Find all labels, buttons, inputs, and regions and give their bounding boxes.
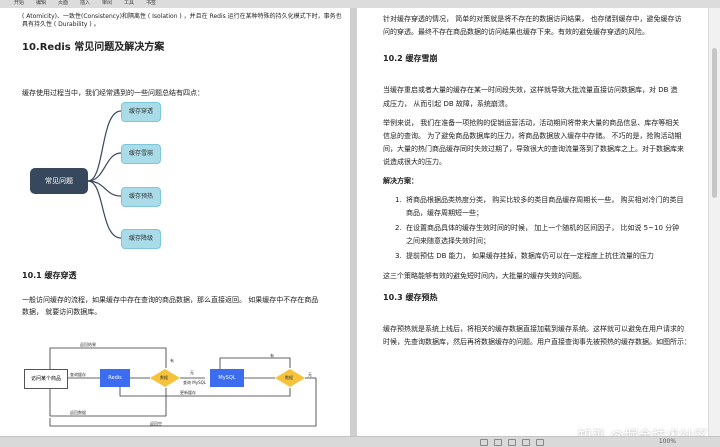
paragraph-line: 间，大量的热门商品缓存同时失效过期了，导致很大的查询流量落到了数据库之上。对于数…: [383, 145, 684, 153]
focus-mode-icon[interactable]: [536, 439, 544, 446]
sub-heading-avalanche: 10.2 缓存雪崩: [383, 54, 438, 63]
sub-heading-penetration: 10.1 缓存穿透: [22, 271, 77, 280]
flow-label-no2: 无: [308, 372, 312, 377]
solution-label: 解决方案：: [383, 177, 418, 185]
mind-map-root: 常见问题: [30, 168, 88, 194]
mind-map-lines: [87, 110, 122, 239]
flow-label-return-data: 返回数据: [70, 410, 86, 415]
left-page: ( Atomicity)、一致性(Consistency)和隔离性 ( Isol…: [0, 8, 350, 437]
outline-view-icon[interactable]: [522, 439, 530, 446]
flow-label-have: 有: [170, 358, 174, 363]
flow-label-none: 无: [190, 370, 194, 375]
list-number: 3.: [395, 252, 402, 260]
vertical-scrollbar[interactable]: [708, 8, 720, 437]
status-bar: 100%: [0, 436, 720, 447]
paragraph-line: 成压力， 从而引起 DB 故障，系统崩溃。: [383, 100, 512, 108]
list-item-line: 在设置商品具体的缓存生效时间的时候， 加上一个随机的区间因子， 比如说 5~10…: [406, 224, 680, 232]
flow-label-update-cache: 更新缓存: [180, 390, 196, 395]
toolbar-item-start[interactable]: 开始: [14, 0, 24, 7]
web-layout-icon[interactable]: [508, 439, 516, 446]
toolbar-item-insert[interactable]: 插入: [80, 0, 90, 7]
paragraph-line: 时候，先查询数据库，然后再将数据缓存的问题。用户直接查询事先被预热的缓存数据。如…: [383, 338, 691, 346]
page-gap: [350, 8, 357, 437]
scrollbar-thumb[interactable]: [712, 48, 717, 198]
paragraph-line: 举例来说， 我们在准备一项抢购的促销运营活动，活动期间将带来大量的商品信息、库存…: [383, 119, 680, 127]
flow-label-query-cache: 查询缓存: [70, 372, 86, 377]
paragraph-line: 数据， 就要访问数据库。: [22, 308, 102, 316]
zoom-level[interactable]: 100%: [659, 438, 676, 445]
paragraph-line: 针对缓存穿透的情况， 简单的对策就是将不存在的数据访问结果， 也存储到缓存中，避…: [383, 15, 682, 23]
flow-label-return-result: 返回结果: [80, 342, 96, 347]
toolbar-item-bookmark[interactable]: 书签: [146, 0, 156, 7]
mind-node-degrade: 缓存降级: [121, 229, 161, 249]
paragraph-line: 信息的查询。 为了避免商品数据库的压力，将商品数据放入缓存中存储。 不巧的是，抢…: [383, 132, 682, 140]
list-item-line: 之间来随意选择失效时间；: [406, 237, 490, 245]
list-item-line: 提前预估 DB 能力， 如果缓存挂掉，数据库仍可以在一定程度上抗住流量的压力: [406, 252, 654, 260]
flow-label-query-mysql: 查询 MySQL: [183, 380, 207, 385]
flow-label-have2: 有: [270, 353, 274, 358]
right-page: 针对缓存穿透的情况， 简单的对策就是将不存在的数据访问结果， 也存储到缓存中，避…: [357, 8, 708, 437]
flow-mysql: MySQL: [210, 369, 244, 387]
toolbar-item-edit[interactable]: 编辑: [36, 0, 46, 7]
mind-node-avalanche: 缓存雪崩: [121, 144, 161, 164]
list-item-line: 商品，缓存周期短一些；: [406, 209, 483, 217]
flow-judge-label: 数据: [160, 375, 168, 380]
paragraph-line: 一般访问缓存的流程，如果缓存中存在查询的商品数据，那么直接返回。 如果缓存中不存…: [22, 296, 319, 304]
flow-user: 访问某个商品: [24, 369, 68, 389]
flow-redis: Redis: [100, 369, 130, 387]
mind-node-warmup: 缓存预热: [121, 187, 161, 207]
paragraph-line: 缓存预热就是系统上线后，将相关的缓存数据直接加载到缓存系统。这样就可以避免在用户…: [383, 325, 684, 333]
paragraph-line: 说造成很大的压力。: [383, 158, 446, 166]
list-number: 2.: [395, 224, 402, 232]
toolbar-item-page[interactable]: 页面: [58, 0, 68, 7]
toolbar-item-tools[interactable]: 工具: [124, 0, 134, 7]
sub-heading-warmup: 10.3 缓存预热: [383, 293, 438, 302]
paragraph-line: 问的穿透。最终不存在商品数据的访问结果也缓存下来。有效的避免缓存穿透的风险。: [383, 28, 649, 36]
paragraph-line: 当缓存重启或者大量的缓存在某一时间段失效，这样就导致大批流量直接访问数据库，对 …: [383, 86, 678, 94]
mind-node-penetration: 缓存穿透: [121, 102, 161, 122]
list-item-line: 将商品根据品类热度分类， 购买比较多的类目商品缓存周期长一些， 购买相对冷门的类…: [406, 196, 684, 204]
toolbar-item-review[interactable]: 审阅: [102, 0, 112, 7]
flow-judge2-label: 数据: [285, 375, 293, 380]
page-view-icon[interactable]: [480, 439, 488, 446]
list-number: 1.: [395, 196, 402, 204]
cache-flow-diagram: 访问某个商品 Redis 数据 MySQL 数据 查询缓存 返回结果 有 无 查…: [20, 328, 335, 428]
flow-label-return-empty: 返回空: [150, 421, 162, 426]
reading-mode-icon[interactable]: [494, 439, 502, 446]
paragraph-line: 这三个策略能够有效的避免短时间内，大批量的缓存失效的问题。: [383, 272, 586, 280]
